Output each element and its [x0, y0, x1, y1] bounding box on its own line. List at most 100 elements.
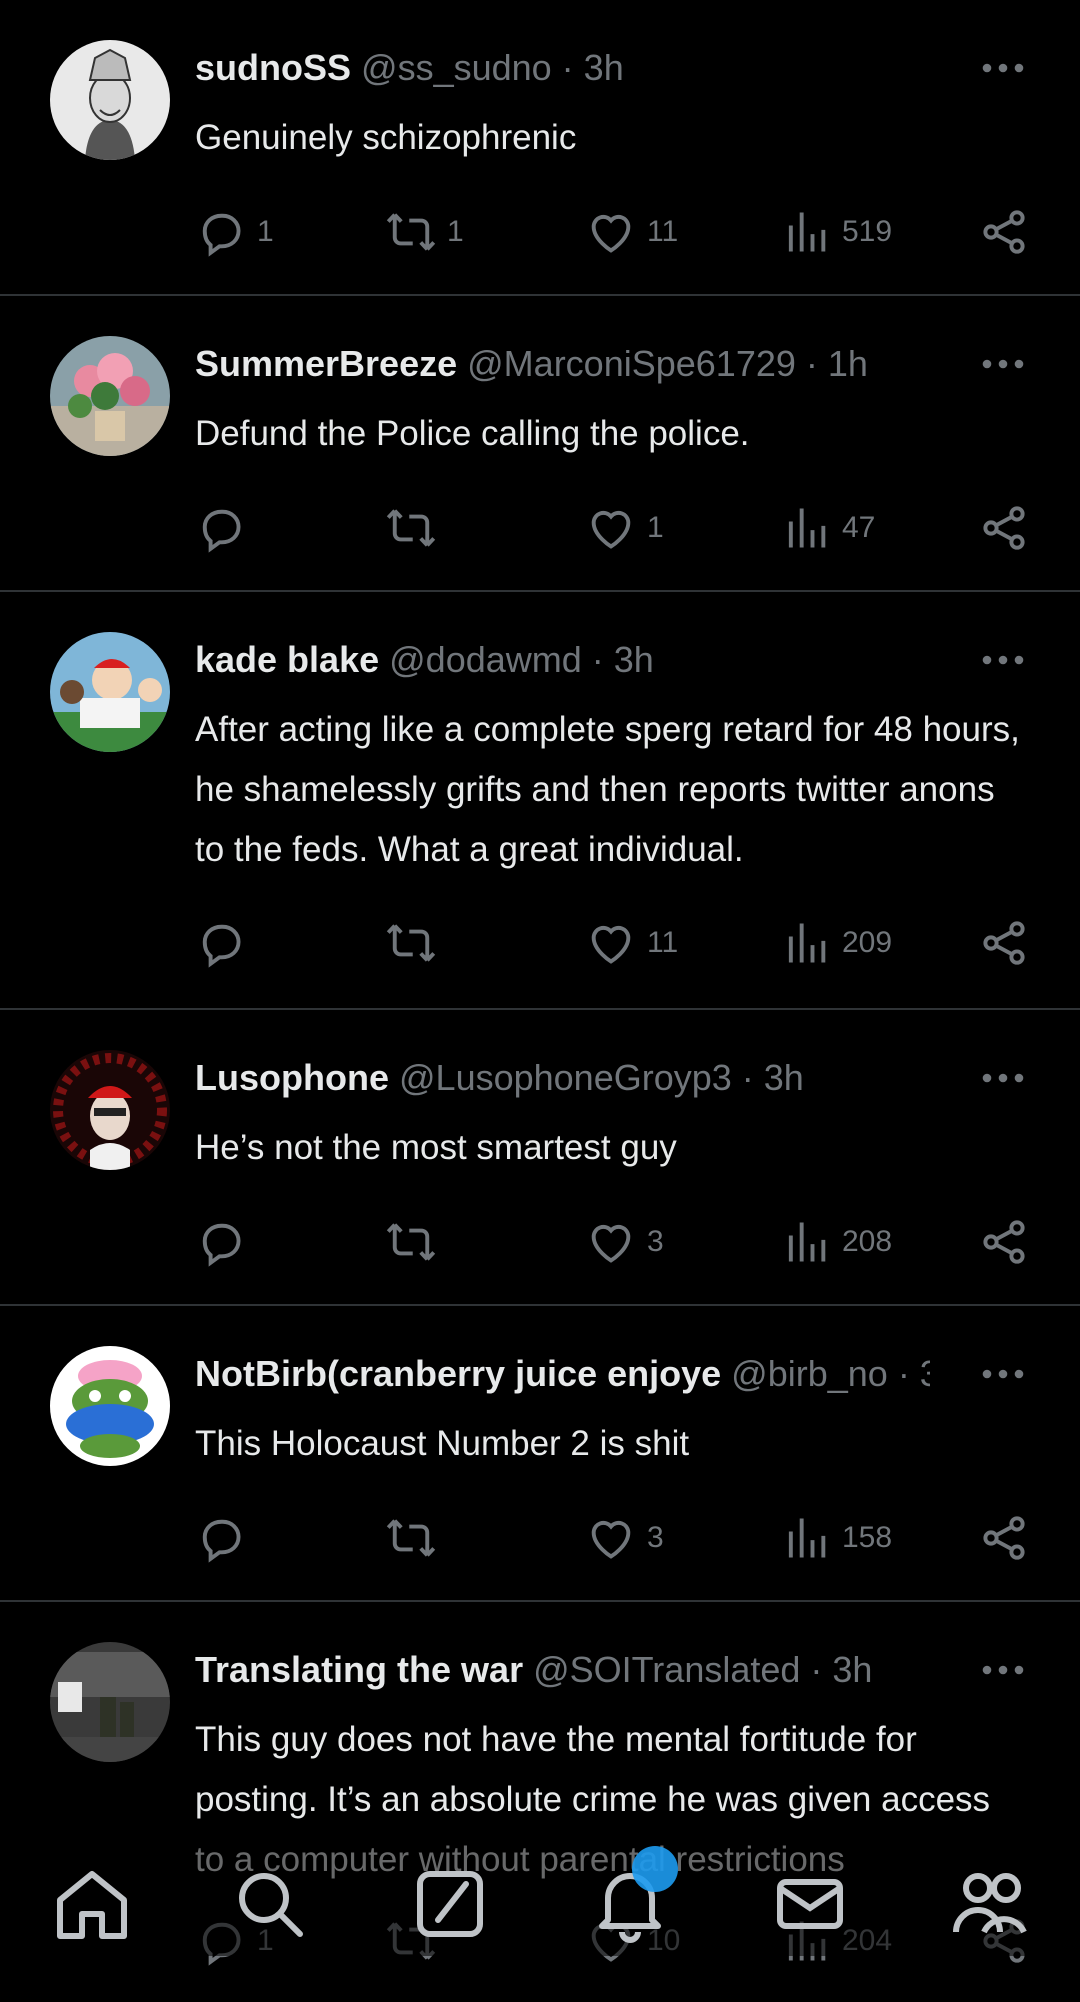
repost-icon [385, 1216, 437, 1268]
display-name[interactable]: SummerBreeze [195, 343, 457, 384]
share-icon [978, 1216, 1030, 1268]
share-button[interactable] [978, 1215, 1030, 1269]
post[interactable]: sudnoSS @ss_sudno · 3h Genuinely schizop… [0, 0, 1080, 296]
repost-icon [385, 1512, 437, 1564]
avatar-image [50, 40, 170, 160]
heart-icon [585, 502, 637, 554]
avatar-image [50, 1346, 170, 1466]
handle-and-time[interactable]: @SOITranslated · 3h [533, 1649, 872, 1690]
avatar[interactable] [50, 1642, 170, 1762]
post-actions: 3 158 [195, 1511, 1030, 1565]
views-button[interactable]: 209 [780, 916, 892, 970]
post-text: This Holocaust Number 2 is shit [195, 1424, 690, 1463]
post[interactable]: SummerBreeze @MarconiSpe61729 · 1h Defun… [0, 296, 1080, 592]
like-count: 3 [647, 1225, 664, 1258]
post-text: After acting like a complete sperg retar… [195, 710, 1020, 869]
reply-icon [195, 502, 247, 554]
avatar[interactable] [50, 1346, 170, 1466]
like-button[interactable]: 3 [585, 1215, 664, 1269]
handle-and-time[interactable]: @birb_no · 3h [731, 1353, 930, 1394]
reply-count: 1 [257, 215, 274, 248]
post-header: Translating the war @SOITranslated · 3h [195, 1646, 930, 1694]
avatar[interactable] [50, 336, 170, 456]
repost-button[interactable] [385, 916, 447, 970]
home-icon[interactable] [52, 1864, 132, 1944]
avatar-image [50, 1050, 170, 1170]
post-header: sudnoSS @ss_sudno · 3h [195, 44, 930, 92]
compose-icon[interactable] [410, 1864, 490, 1944]
reply-button[interactable] [195, 916, 257, 970]
share-button[interactable] [978, 205, 1030, 259]
reply-button[interactable] [195, 501, 257, 555]
post[interactable]: Lusophone @LusophoneGroyp3 · 3h He’s not… [0, 1010, 1080, 1306]
post[interactable]: kade blake @dodawmd · 3h After acting li… [0, 592, 1080, 1010]
avatar[interactable] [50, 1050, 170, 1170]
more-options-icon[interactable] [978, 1060, 1028, 1096]
avatar[interactable] [50, 40, 170, 160]
views-icon [780, 206, 832, 258]
share-button[interactable] [978, 916, 1030, 970]
more-options-icon[interactable] [978, 642, 1028, 678]
view-count: 209 [842, 926, 893, 959]
timeline-feed: sudnoSS @ss_sudno · 3h Genuinely schizop… [0, 0, 1080, 2002]
views-button[interactable]: 208 [780, 1215, 892, 1269]
views-icon [780, 1216, 832, 1268]
avatar[interactable] [50, 632, 170, 752]
post-actions: 11 209 [195, 916, 1030, 970]
messages-icon[interactable] [770, 1864, 850, 1944]
like-button[interactable]: 11 [585, 205, 678, 259]
share-icon [978, 917, 1030, 969]
handle-and-time[interactable]: @MarconiSpe61729 · 1h [467, 343, 868, 384]
post-header: Lusophone @LusophoneGroyp3 · 3h [195, 1054, 930, 1102]
handle-and-time[interactable]: @LusophoneGroyp3 · 3h [399, 1057, 804, 1098]
post-actions: 1 47 [195, 501, 1030, 555]
like-button[interactable]: 1 [585, 501, 664, 555]
post-text: Genuinely schizophrenic [195, 118, 577, 157]
more-options-icon[interactable] [978, 346, 1028, 382]
heart-icon [585, 1216, 637, 1268]
more-options-icon[interactable] [978, 1652, 1028, 1688]
avatar-image [50, 632, 170, 752]
display-name[interactable]: NotBirb(cranberry juice enjoye [195, 1353, 721, 1394]
views-button[interactable]: 519 [780, 205, 892, 259]
handle-and-time[interactable]: @ss_sudno · 3h [361, 47, 624, 88]
post-actions: 3 208 [195, 1215, 1030, 1269]
search-icon[interactable] [230, 1864, 310, 1944]
views-icon [780, 917, 832, 969]
share-button[interactable] [978, 1511, 1030, 1565]
more-options-icon[interactable] [978, 1356, 1028, 1392]
display-name[interactable]: sudnoSS [195, 47, 351, 88]
views-icon [780, 502, 832, 554]
views-button[interactable]: 47 [780, 501, 875, 555]
view-count: 158 [842, 1521, 893, 1554]
communities-icon[interactable] [950, 1864, 1030, 1944]
like-button[interactable]: 3 [585, 1511, 664, 1565]
repost-button[interactable] [385, 1511, 447, 1565]
display-name[interactable]: kade blake [195, 639, 379, 680]
repost-button[interactable] [385, 501, 447, 555]
repost-button[interactable]: 1 [385, 205, 464, 259]
display-name[interactable]: Lusophone [195, 1057, 389, 1098]
repost-button[interactable] [385, 1215, 447, 1269]
more-options-icon[interactable] [978, 50, 1028, 86]
like-count: 11 [647, 215, 679, 248]
like-count: 3 [647, 1521, 664, 1554]
views-button[interactable]: 158 [780, 1511, 892, 1565]
post[interactable]: NotBirb(cranberry juice enjoye @birb_no … [0, 1306, 1080, 1602]
reply-button[interactable] [195, 1511, 257, 1565]
post-header: NotBirb(cranberry juice enjoye @birb_no … [195, 1350, 930, 1398]
views-icon [780, 1512, 832, 1564]
post-text: He’s not the most smartest guy [195, 1128, 677, 1167]
heart-icon [585, 1512, 637, 1564]
reply-button[interactable] [195, 1215, 257, 1269]
share-button[interactable] [978, 501, 1030, 555]
reply-icon [195, 1512, 247, 1564]
like-button[interactable]: 11 [585, 916, 678, 970]
avatar-image [50, 1642, 170, 1762]
view-count: 208 [842, 1225, 893, 1258]
share-icon [978, 1512, 1030, 1564]
handle-and-time[interactable]: @dodawmd · 3h [389, 639, 654, 680]
display-name[interactable]: Translating the war [195, 1649, 523, 1690]
reply-button[interactable]: 1 [195, 205, 274, 259]
view-count: 519 [842, 215, 893, 248]
